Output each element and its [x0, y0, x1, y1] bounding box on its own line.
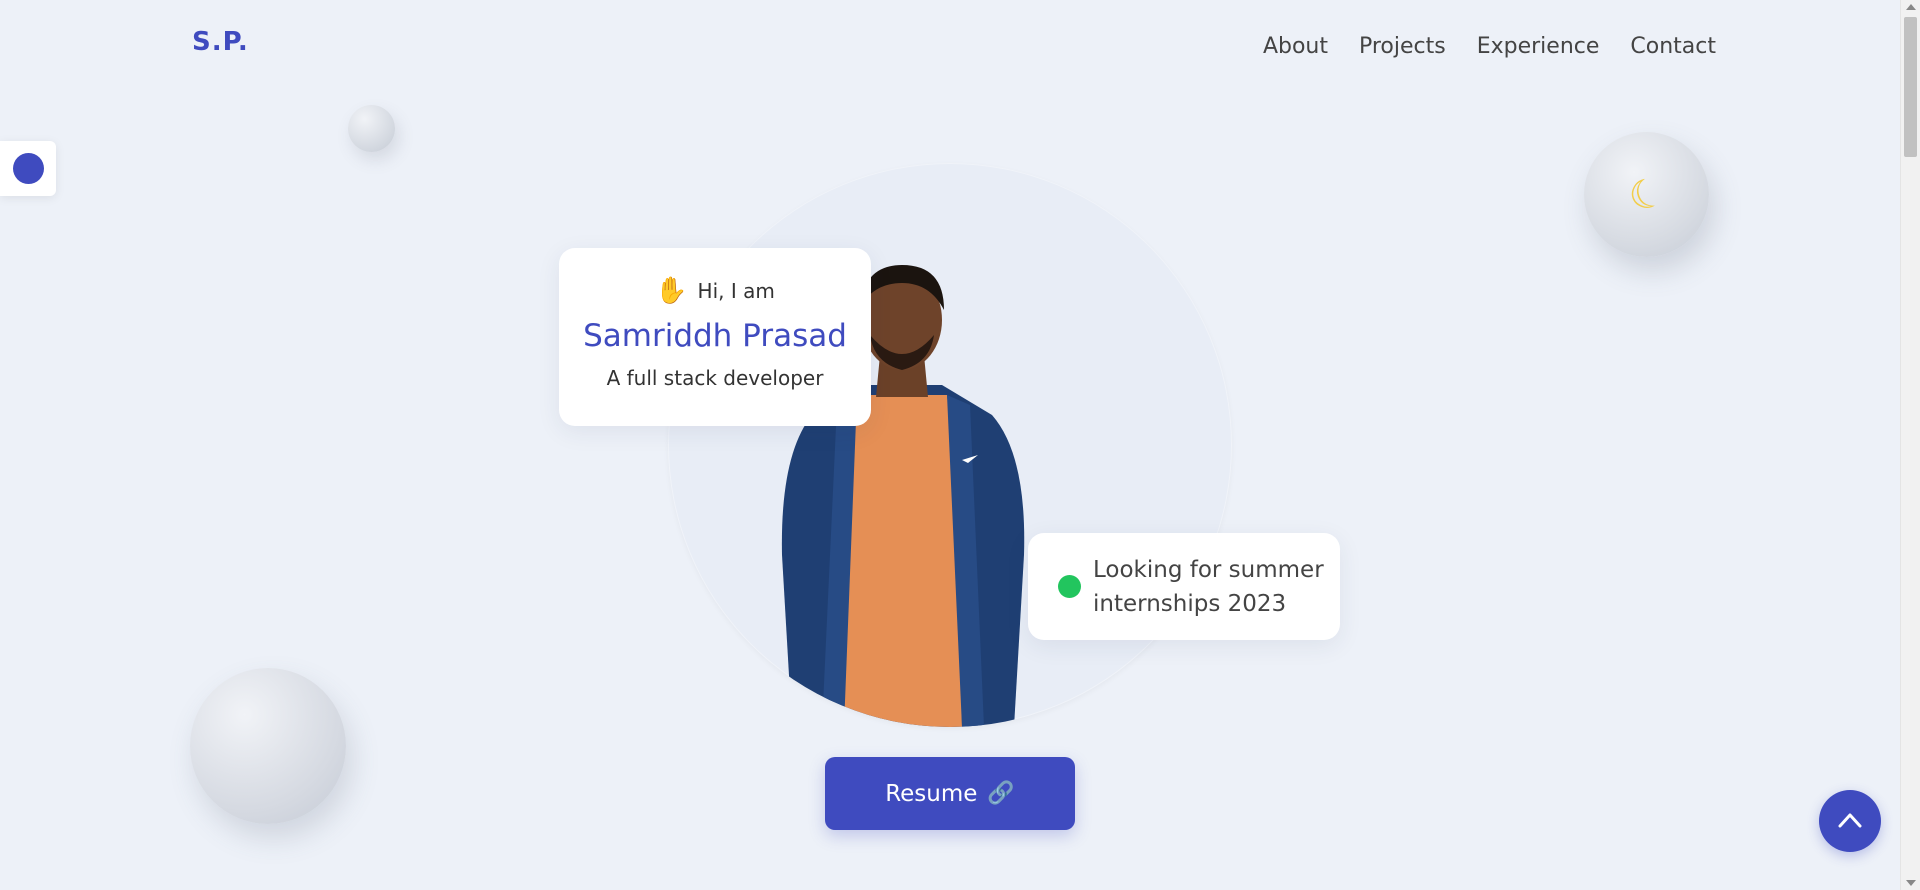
scroll-down-arrow-icon[interactable]	[1906, 880, 1916, 886]
scrollbar-thumb[interactable]	[1904, 17, 1917, 157]
availability-text: Looking for summer internships 2023	[1093, 556, 1324, 617]
status-dot-icon	[1058, 575, 1081, 598]
nav-link-contact[interactable]: Contact	[1630, 34, 1716, 59]
color-dot-icon	[12, 153, 44, 184]
decorative-sphere-small	[348, 105, 395, 152]
chevron-up-icon	[1838, 813, 1862, 828]
color-picker-button[interactable]	[0, 141, 56, 196]
link-icon: 🔗	[987, 781, 1015, 806]
moon-icon: ☾	[1621, 166, 1672, 223]
waving-hand-icon: ✋	[655, 276, 688, 306]
availability-card: Looking for summer internships 2023	[1028, 533, 1340, 640]
intro-card: ✋ Hi, I am Samriddh Prasad A full stack …	[559, 248, 871, 426]
main-nav: About Projects Experience Contact	[1263, 34, 1716, 59]
greeting-text: Hi, I am	[697, 279, 775, 303]
scroll-up-arrow-icon[interactable]	[1906, 4, 1916, 10]
hero-name: Samriddh Prasad	[583, 318, 847, 354]
theme-toggle-button[interactable]: ☾	[1584, 132, 1709, 257]
nav-link-projects[interactable]: Projects	[1359, 34, 1446, 59]
decorative-sphere-large	[190, 668, 346, 824]
scroll-to-top-button[interactable]	[1819, 790, 1881, 852]
page-scrollbar[interactable]	[1900, 0, 1920, 890]
nav-link-experience[interactable]: Experience	[1477, 34, 1600, 59]
hero-role: A full stack developer	[606, 366, 824, 390]
nav-link-about[interactable]: About	[1263, 34, 1328, 59]
resume-label: Resume	[885, 780, 978, 807]
site-logo[interactable]: S.P.	[192, 27, 249, 57]
resume-button[interactable]: Resume 🔗	[825, 757, 1075, 830]
